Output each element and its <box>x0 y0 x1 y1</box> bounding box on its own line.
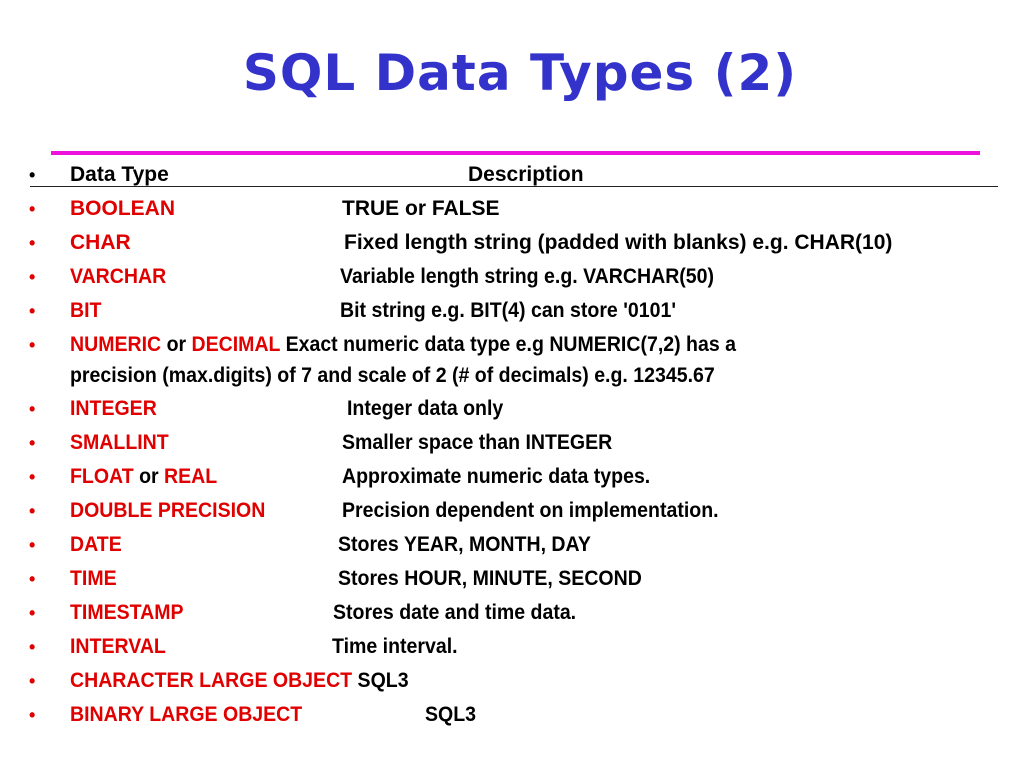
data-type-description: Approximate numeric data types. <box>342 465 651 488</box>
data-type-name: CHAR <box>70 231 131 254</box>
data-type-name-group: NUMERIC or DECIMAL Exact numeric data ty… <box>70 330 736 360</box>
data-type-name: BIT <box>70 299 102 322</box>
bullet-icon: • <box>29 335 36 355</box>
data-type-name: NUMERIC <box>70 333 162 356</box>
data-type-description: Precision dependent on implementation. <box>342 499 719 522</box>
data-type-description: Variable length string e.g. VARCHAR(50) <box>340 265 715 288</box>
data-type-name: FLOAT <box>70 465 134 488</box>
bullet-icon: • <box>29 301 36 321</box>
bullet-icon: • <box>29 705 36 725</box>
bullet-icon: • <box>29 569 36 589</box>
data-type-name: BOOLEAN <box>70 197 175 220</box>
bullet-icon: • <box>29 199 36 219</box>
data-type-name: REAL <box>164 465 218 488</box>
bullet-icon: • <box>29 233 36 253</box>
data-type-description: precision (max.digits) of 7 and scale of… <box>70 364 715 387</box>
data-type-description: Stores date and time data. <box>333 601 577 624</box>
data-type-name: TIMESTAMP <box>70 601 184 624</box>
data-type-name: TIME <box>70 567 117 590</box>
data-type-description: Exact numeric data type e.g NUMERIC(7,2)… <box>285 333 736 356</box>
data-type-name: INTEGER <box>70 397 157 420</box>
data-type-description: Time interval. <box>332 635 458 658</box>
bullet-icon: • <box>29 433 36 453</box>
data-type-description: Stores HOUR, MINUTE, SECOND <box>338 567 642 590</box>
bullet-icon: • <box>29 637 36 657</box>
bullet-icon: • <box>29 671 36 691</box>
data-type-description: Smaller space than INTEGER <box>342 431 613 454</box>
data-type-name: DECIMAL <box>191 333 281 356</box>
data-type-name: CHARACTER LARGE OBJECT <box>70 669 353 692</box>
bullet-icon: • <box>29 467 36 487</box>
joiner-text: or <box>133 465 165 488</box>
data-type-description: SQL3 <box>425 703 477 726</box>
joiner-text: or <box>161 333 192 356</box>
data-type-name: DOUBLE PRECISION <box>70 499 266 522</box>
data-type-description: Stores YEAR, MONTH, DAY <box>338 533 591 556</box>
bullet-icon: • <box>29 399 36 419</box>
data-type-description: TRUE or FALSE <box>342 197 500 220</box>
data-type-name-group: FLOAT or REAL <box>70 462 217 492</box>
data-type-name: DATE <box>70 533 122 556</box>
data-type-description: Integer data only <box>347 397 504 420</box>
data-type-description: SQL3 <box>357 669 409 692</box>
bullet-icon: • <box>29 603 36 623</box>
header-underline <box>30 186 998 187</box>
bullet-icon: • <box>29 267 36 287</box>
bullet-icon: • <box>29 501 36 521</box>
data-type-name: SMALLINT <box>70 431 169 454</box>
data-type-name: INTERVAL <box>70 635 166 658</box>
data-type-name: BINARY LARGE OBJECT <box>70 703 303 726</box>
data-type-name: VARCHAR <box>70 265 167 288</box>
data-types-list: • Data Type Description • BOOLEAN TRUE o… <box>0 0 1024 768</box>
data-type-name-group: CHARACTER LARGE OBJECT SQL3 <box>70 666 409 696</box>
bullet-icon: • <box>29 535 36 555</box>
data-type-description: Fixed length string (padded with blanks)… <box>344 231 893 254</box>
data-type-description: Bit string e.g. BIT(4) can store '0101' <box>340 299 676 322</box>
